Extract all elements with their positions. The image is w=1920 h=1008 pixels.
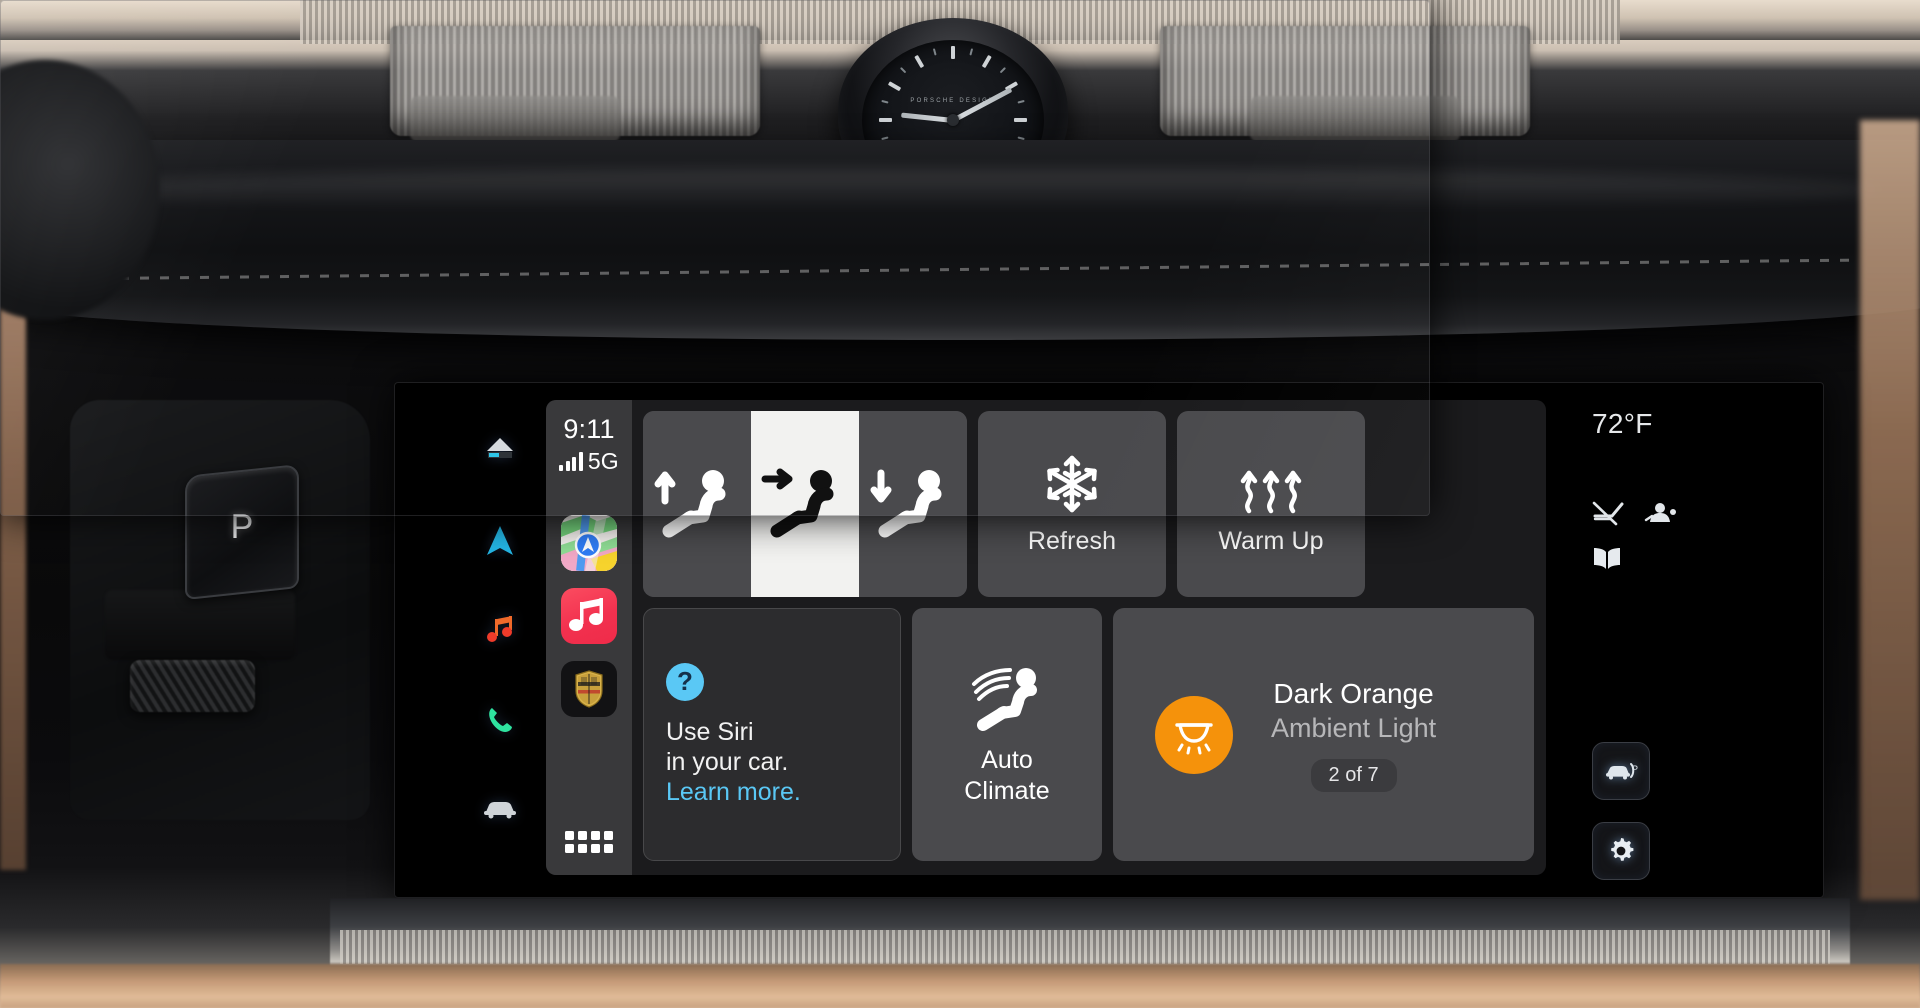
console-vent — [105, 590, 295, 660]
refresh-tile[interactable]: Refresh — [978, 411, 1166, 597]
navigation-arrow-icon[interactable] — [479, 520, 521, 562]
park-button[interactable]: P — [185, 464, 299, 600]
ambient-light-counter: 2 of 7 — [1310, 758, 1397, 792]
signal-strength-icon — [559, 452, 583, 471]
siri-promo-line2: in your car. — [666, 747, 789, 776]
seat-raise-option[interactable] — [643, 411, 751, 597]
speaker-grille — [340, 930, 1830, 964]
vehicle-right-column: 72°F P — [1592, 408, 1732, 880]
ambient-light-subtitle: Ambient Light — [1271, 712, 1437, 743]
carplay-bottom-row: ? Use Siri in your car. Learn more. Auto… — [643, 608, 1534, 861]
heat-waves-icon — [1240, 470, 1302, 513]
auto-climate-label-line2: Climate — [964, 776, 1050, 805]
settings-gear-button[interactable] — [1592, 822, 1650, 880]
app-icon-porsche[interactable] — [561, 661, 617, 717]
air-vent-right — [1250, 96, 1460, 142]
warm-up-tile-label: Warm Up — [1218, 526, 1324, 555]
svg-text:P: P — [1632, 764, 1638, 774]
app-icon-maps[interactable] — [561, 515, 617, 571]
question-mark-icon: ? — [666, 662, 704, 701]
siri-promo-tile[interactable]: ? Use Siri in your car. Learn more. — [643, 608, 901, 861]
home-screen-icon[interactable] — [479, 430, 521, 472]
carplay-sidebar: 9:11 5G — [546, 400, 632, 875]
auto-climate-tile[interactable]: Auto Climate — [912, 608, 1102, 861]
seat-forward-option[interactable] — [751, 411, 859, 597]
car-icon[interactable] — [479, 788, 521, 830]
all-apps-grid-button[interactable] — [565, 831, 613, 853]
music-note-icon[interactable] — [479, 609, 521, 651]
sidebar-app-list — [561, 515, 617, 717]
park-button-label: P — [230, 508, 254, 546]
siri-promo-text: Use Siri in your car. Learn more. — [666, 717, 801, 807]
refresh-tile-label: Refresh — [1027, 526, 1117, 555]
clock-minute-hand — [951, 86, 1013, 123]
auto-climate-label-line1: Auto — [981, 745, 1033, 774]
seat-position-segmented-control — [643, 411, 967, 597]
console-trim-bottom — [0, 964, 1920, 1008]
app-icon-music[interactable] — [561, 588, 617, 644]
wood-trim-right — [1860, 120, 1920, 900]
phone-icon[interactable] — [479, 699, 521, 741]
open-book-icon — [1592, 545, 1732, 576]
gear-selector-knurled-grip[interactable] — [130, 660, 255, 712]
clock-center-cap — [947, 114, 959, 126]
clock-brand-text: PORSCHE DESIGN — [910, 98, 996, 104]
ambient-light-tile[interactable]: Dark Orange Ambient Light 2 of 7 — [1113, 608, 1534, 861]
carplay-top-row: Refresh Warm Up — [643, 411, 1534, 597]
status-bar: 5G — [559, 448, 619, 474]
ambient-color-swatch — [1155, 695, 1233, 774]
wiper-off-icon — [1592, 500, 1626, 531]
seat-lower-option[interactable] — [859, 411, 967, 597]
cowl-highlight — [40, 170, 1880, 210]
ambient-light-text: Dark Orange Ambient Light 2 of 7 — [1271, 678, 1436, 792]
clock-hour-hand — [901, 112, 954, 123]
ambient-lamp-icon — [1175, 722, 1213, 754]
ambient-light-title: Dark Orange — [1273, 677, 1434, 709]
dashboard-photo: PORSCHE DESIGN P 9:11 5G Refresh Warm Up… — [0, 0, 1920, 1008]
parking-assist-button[interactable]: P — [1592, 742, 1650, 800]
status-time: 9:11 — [563, 414, 615, 444]
vehicle-status-icons — [1592, 500, 1732, 531]
outside-temperature: 72°F — [1592, 408, 1653, 439]
carplay-panel: 9:11 5G Refresh Warm Up ? Use Siri in yo… — [546, 400, 1546, 875]
air-vent-left — [410, 96, 620, 142]
vehicle-quick-buttons: P — [1592, 742, 1650, 880]
siri-learn-more-link[interactable]: Learn more. — [666, 777, 801, 807]
snowflake-icon — [1047, 455, 1097, 512]
vehicle-left-icon-column — [470, 430, 530, 830]
network-type-label: 5G — [587, 448, 619, 474]
carplay-content: Refresh Warm Up ? Use Siri in your car. … — [632, 400, 1546, 875]
warm-up-tile[interactable]: Warm Up — [1177, 411, 1365, 597]
seat-ventilation-icon — [972, 667, 1037, 731]
driver-seat-position-icon — [1644, 500, 1676, 531]
siri-promo-line1: Use Siri — [666, 717, 754, 746]
